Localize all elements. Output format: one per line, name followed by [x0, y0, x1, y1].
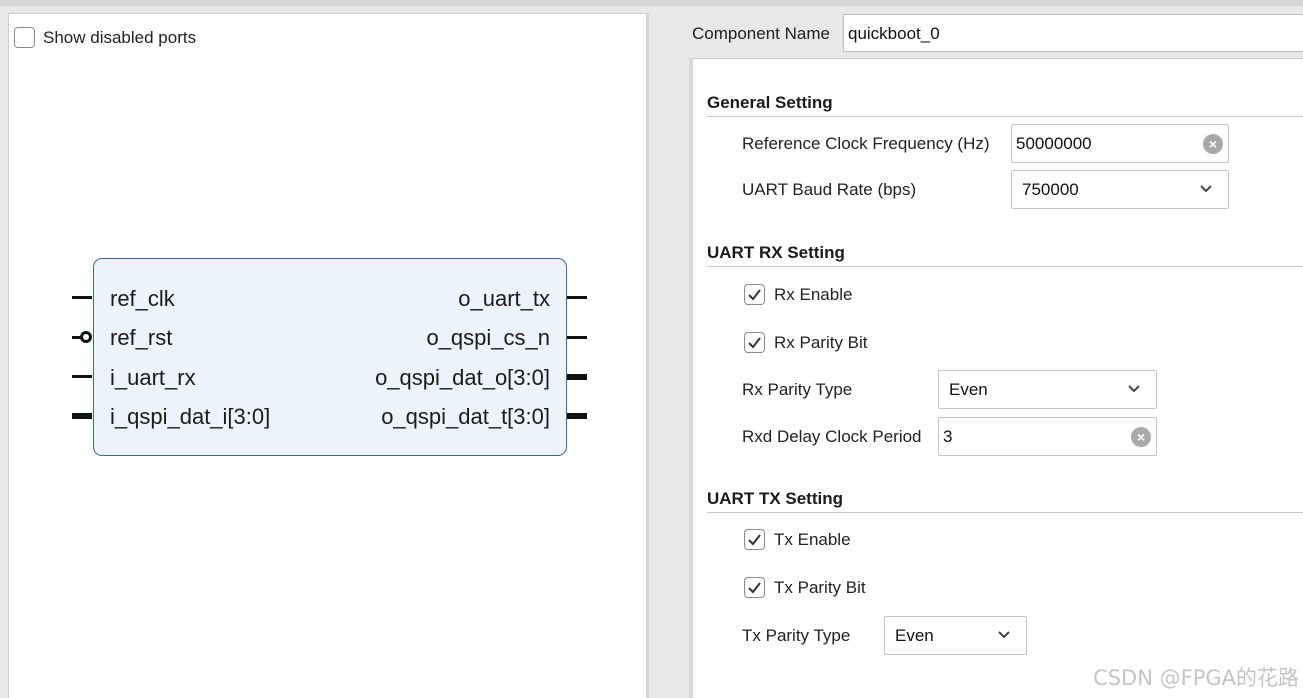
checkmark-icon	[748, 582, 761, 594]
port-label-out: o_qspi_dat_t[3:0]	[381, 404, 550, 429]
pin-o-qspi-dat-o	[567, 374, 587, 380]
uart-baud-label: UART Baud Rate (bps)	[742, 180, 917, 199]
section-divider	[707, 512, 1303, 513]
port-label-out: o_qspi_dat_o[3:0]	[375, 365, 550, 390]
tx-parity-type-value: Even	[895, 626, 934, 645]
port-label-in: ref_rst	[110, 325, 173, 350]
component-name-label: Component Name	[692, 24, 830, 43]
port-label-out: o_qspi_cs_n	[426, 325, 550, 350]
checkmark-icon	[748, 289, 761, 301]
uart-baud-value: 750000	[1022, 180, 1079, 199]
checkmark-icon	[748, 337, 761, 349]
top-strip	[0, 0, 1303, 6]
checkbox-box[interactable]	[744, 577, 765, 598]
rx-parity-bit-label: Rx Parity Bit	[774, 332, 868, 352]
port-label-in: i_uart_rx	[110, 365, 196, 390]
section-title-rx: UART RX Setting	[707, 243, 845, 262]
section-divider	[707, 116, 1303, 117]
pin-o-qspi-cs-n	[567, 336, 587, 339]
ip-block-symbol: ref_clk ref_rst i_uart_rx i_qspi_dat_i[3…	[93, 258, 567, 456]
port-label-in: i_qspi_dat_i[3:0]	[110, 404, 271, 429]
port-label-in: ref_clk	[110, 286, 175, 311]
config-pane: General Setting Reference Clock Frequenc…	[689, 58, 1303, 698]
section-divider	[707, 266, 1303, 267]
port-label-out: o_uart_tx	[458, 286, 550, 311]
checkbox-box[interactable]	[744, 332, 765, 353]
section-title-general: General Setting	[707, 93, 833, 112]
show-disabled-ports-label: Show disabled ports	[43, 27, 197, 47]
tx-enable-label: Tx Enable	[774, 529, 851, 549]
active-low-bubble-icon	[80, 331, 92, 343]
checkbox-box[interactable]	[744, 284, 765, 305]
ip-symbol-pane: Show disabled ports ref_clk ref_rst i_ua…	[8, 13, 649, 698]
show-disabled-ports-checkbox[interactable]: Show disabled ports	[14, 27, 196, 48]
rx-parity-type-label: Rx Parity Type	[742, 380, 853, 399]
ref-clk-freq-label: Reference Clock Frequency (Hz)	[742, 134, 990, 153]
tx-parity-type-label: Tx Parity Type	[742, 626, 851, 645]
watermark-text: CSDN @FPGA的花路	[1093, 666, 1299, 690]
pin-o-qspi-dat-t	[567, 413, 587, 419]
rx-enable-checkbox[interactable]: Rx Enable	[744, 284, 852, 305]
pin-o-uart-tx	[567, 296, 587, 299]
chevron-down-icon	[1128, 385, 1140, 393]
chevron-down-icon	[1200, 185, 1212, 193]
tx-parity-bit-label: Tx Parity Bit	[774, 577, 866, 597]
chevron-down-icon	[998, 631, 1010, 639]
tx-enable-checkbox[interactable]: Tx Enable	[744, 529, 851, 550]
uart-baud-select[interactable]: 750000	[1011, 170, 1229, 209]
clear-circle-x-icon[interactable]: ×	[1203, 134, 1223, 154]
rxd-delay-value: 3	[943, 427, 953, 446]
rx-parity-bit-checkbox[interactable]: Rx Parity Bit	[744, 332, 868, 353]
checkbox-box[interactable]	[744, 529, 765, 550]
tx-parity-type-select[interactable]: Even	[884, 616, 1027, 655]
clear-circle-x-icon[interactable]: ×	[1131, 427, 1151, 447]
ref-clk-freq-input[interactable]: 50000000 ×	[1011, 124, 1229, 163]
checkbox-box[interactable]	[14, 27, 35, 48]
rx-parity-type-select[interactable]: Even	[938, 370, 1157, 409]
pin-i-qspi-dat-i	[72, 413, 92, 419]
checkmark-icon	[748, 534, 761, 546]
component-name-input[interactable]: quickboot_0	[843, 14, 1303, 52]
rxd-delay-label: Rxd Delay Clock Period	[742, 427, 922, 446]
ref-clk-freq-value: 50000000	[1016, 134, 1092, 153]
tx-parity-bit-checkbox[interactable]: Tx Parity Bit	[744, 577, 866, 598]
pin-ref-clk	[72, 296, 92, 299]
section-title-tx: UART TX Setting	[707, 489, 843, 508]
rx-parity-type-value: Even	[949, 380, 988, 399]
rxd-delay-input[interactable]: 3 ×	[938, 417, 1157, 456]
pin-i-uart-rx	[72, 375, 92, 378]
rx-enable-label: Rx Enable	[774, 284, 853, 304]
